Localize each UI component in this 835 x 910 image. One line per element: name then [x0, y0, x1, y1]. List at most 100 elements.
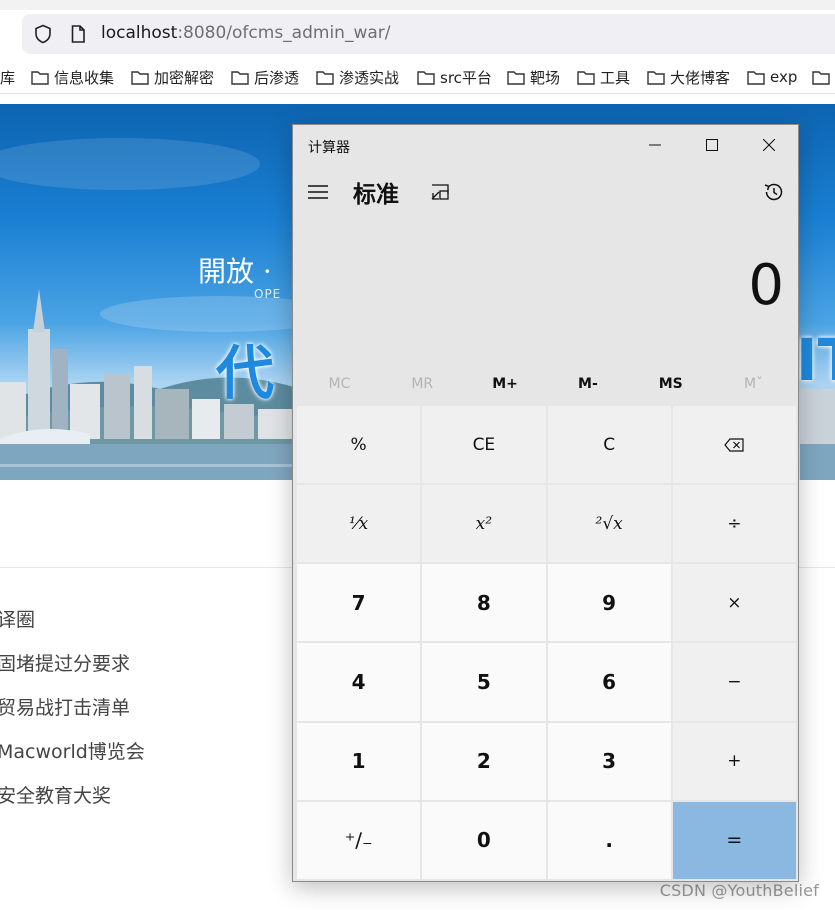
- folder-icon: [231, 70, 249, 85]
- decimal-button[interactable]: .: [547, 801, 671, 879]
- news-list: 译圈 固堵提过分要求 贸易战打击清单 Macworld博览会 安全教育大奖: [0, 598, 300, 818]
- folder-icon: [507, 70, 525, 85]
- square-root-button[interactable]: ²√x: [547, 485, 671, 563]
- banner-big-text: 代: [216, 339, 275, 407]
- percent-button[interactable]: %: [297, 406, 421, 484]
- news-link[interactable]: 固堵提过分要求: [0, 642, 300, 686]
- backspace-icon: [724, 437, 744, 452]
- memory-add-button[interactable]: M+: [464, 369, 547, 399]
- window-title: 计算器: [308, 140, 350, 156]
- history-icon: [764, 183, 783, 201]
- memory-row: MC MR M+ M- MS Mˇ: [298, 369, 795, 399]
- watermark: CSDN @YouthBelief: [659, 881, 819, 900]
- bookmark-label: exp: [770, 68, 798, 86]
- history-button[interactable]: [762, 180, 786, 204]
- equals-button[interactable]: =: [672, 801, 796, 879]
- bookmark-item[interactable]: 库: [0, 66, 15, 88]
- calculator-header: 标准: [293, 169, 798, 215]
- address-bar[interactable]: localhost:8080/ofcms_admin_war/: [22, 14, 835, 54]
- keep-on-top-icon: [431, 184, 449, 200]
- maximize-button[interactable]: [684, 125, 740, 165]
- bookmark-folder[interactable]: 后渗透: [231, 66, 299, 88]
- digit-2-button[interactable]: 2: [422, 722, 546, 800]
- multiply-button[interactable]: ×: [672, 564, 796, 642]
- backspace-button[interactable]: [672, 406, 796, 484]
- keep-on-top-button[interactable]: [430, 182, 450, 202]
- bookmark-folder[interactable]: exp: [747, 66, 797, 88]
- bookmark-label: src平台: [440, 68, 492, 87]
- digit-6-button[interactable]: 6: [547, 643, 671, 721]
- memory-store-button[interactable]: MS: [629, 369, 712, 399]
- reciprocal-label: ⅟x: [349, 513, 369, 534]
- bookmark-label: 靶场: [530, 68, 561, 87]
- memory-recall-button[interactable]: MR: [381, 369, 464, 399]
- news-link[interactable]: Macworld博览会: [0, 730, 300, 774]
- bookmark-folder-overflow[interactable]: [812, 66, 835, 88]
- digit-9-button[interactable]: 9: [547, 564, 671, 642]
- bookmark-label: 加密解密: [154, 68, 215, 87]
- banner-sub-slogan: OPE: [254, 287, 282, 301]
- folder-icon: [31, 70, 49, 85]
- add-button[interactable]: +: [672, 722, 796, 800]
- square-label: x²: [475, 513, 493, 534]
- folder-icon: [417, 70, 435, 85]
- bookmark-label: 库: [0, 68, 16, 87]
- url-path: :8080/ofcms_admin_war/: [177, 23, 391, 43]
- clear-button[interactable]: C: [547, 406, 671, 484]
- news-link[interactable]: 贸易战打击清单: [0, 686, 300, 730]
- bookmark-folder[interactable]: 大佬博客: [647, 66, 730, 88]
- bookmark-label: 大佬博客: [670, 68, 731, 87]
- news-link[interactable]: 译圈: [0, 598, 300, 642]
- minimize-button[interactable]: [627, 125, 683, 165]
- digit-0-button[interactable]: 0: [422, 801, 546, 879]
- bookmark-label: 后渗透: [254, 68, 300, 87]
- folder-icon: [647, 70, 665, 85]
- bookmarks-bar: 库 信息收集 加密解密 后渗透 渗透实战 src平台 靶场 工具 大佬博客 ex…: [0, 60, 835, 94]
- digit-1-button[interactable]: 1: [297, 722, 421, 800]
- divide-button[interactable]: ÷: [672, 485, 796, 563]
- bookmark-folder[interactable]: src平台: [417, 66, 492, 88]
- banner-big-text-right: IT: [796, 326, 835, 394]
- hamburger-icon: [308, 185, 328, 199]
- reciprocal-button[interactable]: ⅟x: [297, 485, 421, 563]
- digit-8-button[interactable]: 8: [422, 564, 546, 642]
- bookmark-label: 信息收集: [54, 68, 115, 87]
- page-icon[interactable]: [68, 24, 88, 44]
- hamburger-menu-button[interactable]: [307, 182, 329, 202]
- bookmark-folder[interactable]: 靶场: [507, 66, 560, 88]
- square-button[interactable]: x²: [422, 485, 546, 563]
- folder-icon: [131, 70, 149, 85]
- folder-icon: [577, 70, 595, 85]
- memory-subtract-button[interactable]: M-: [546, 369, 629, 399]
- memory-list-button[interactable]: Mˇ: [712, 369, 795, 399]
- square-root-label: ²√x: [595, 513, 623, 534]
- calculator-window: 计算器 标准 0 MC MR M+ M- MS Mˇ % CE C ⅟x x² …: [292, 124, 799, 882]
- result-display: 0: [748, 253, 784, 318]
- digit-3-button[interactable]: 3: [547, 722, 671, 800]
- close-button[interactable]: [741, 125, 797, 165]
- keypad: % CE C ⅟x x² ²√x ÷ 7 8 9 × 4 5 6 − 1 2 3…: [297, 406, 796, 879]
- bookmark-folder[interactable]: 信息收集: [31, 66, 114, 88]
- bookmark-folder[interactable]: 渗透实战: [316, 66, 399, 88]
- url-text[interactable]: localhost:8080/ofcms_admin_war/: [101, 23, 391, 43]
- subtract-button[interactable]: −: [672, 643, 796, 721]
- folder-icon: [812, 70, 830, 85]
- digit-4-button[interactable]: 4: [297, 643, 421, 721]
- close-icon: [763, 139, 775, 151]
- title-bar[interactable]: 计算器: [293, 125, 798, 165]
- mode-title: 标准: [353, 182, 399, 208]
- maximize-icon: [706, 139, 718, 151]
- shield-icon[interactable]: [33, 24, 53, 44]
- banner-slogan: 開放 ·: [198, 255, 272, 288]
- digit-5-button[interactable]: 5: [422, 643, 546, 721]
- bookmark-folder[interactable]: 加密解密: [131, 66, 214, 88]
- folder-icon: [747, 70, 765, 85]
- url-host: localhost: [101, 23, 178, 43]
- memory-clear-button[interactable]: MC: [298, 369, 381, 399]
- minimize-icon: [649, 144, 661, 146]
- digit-7-button[interactable]: 7: [297, 564, 421, 642]
- news-link[interactable]: 安全教育大奖: [0, 774, 300, 818]
- negate-button[interactable]: ⁺∕₋: [297, 801, 421, 879]
- clear-entry-button[interactable]: CE: [422, 406, 546, 484]
- bookmark-folder[interactable]: 工具: [577, 66, 630, 88]
